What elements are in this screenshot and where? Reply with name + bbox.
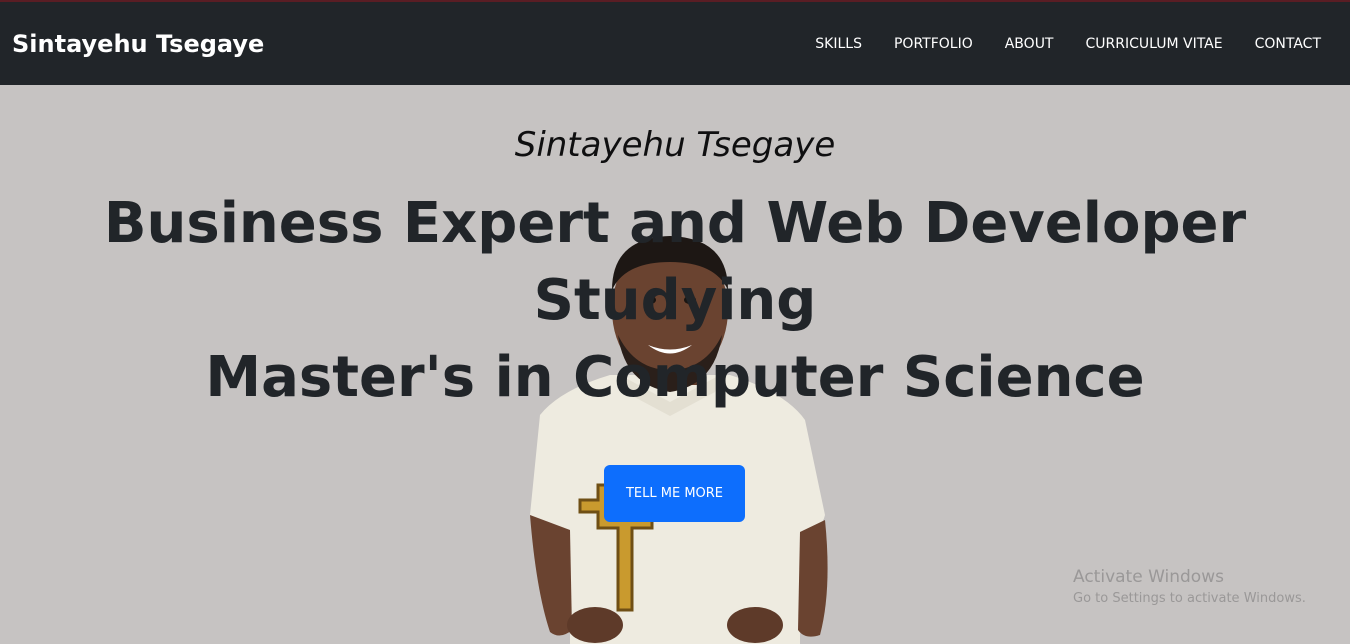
nav-item-about[interactable]: ABOUT	[1005, 36, 1054, 52]
nav-item-curriculum-vitae[interactable]: CURRICULUM VITAE	[1086, 36, 1223, 52]
nav-item-skills[interactable]: SKILLS	[815, 36, 862, 52]
hero-subheading: Sintayehu Tsegaye	[514, 125, 836, 165]
heading-line-1: Business Expert and Web Developer	[103, 191, 1247, 256]
windows-activation-watermark: Activate Windows Go to Settings to activ…	[1073, 567, 1306, 606]
tell-me-more-button[interactable]: TELL ME MORE	[604, 465, 745, 522]
heading-line-2: Studying	[533, 268, 817, 333]
nav-item-contact[interactable]: CONTACT	[1255, 36, 1321, 52]
nav-item-portfolio[interactable]: PORTFOLIO	[894, 36, 973, 52]
brand-link[interactable]: Sintayehu Tsegaye	[12, 30, 264, 58]
nav-menu: SKILLS PORTFOLIO ABOUT CURRICULUM VITAE …	[815, 36, 1321, 52]
watermark-subtitle: Go to Settings to activate Windows.	[1073, 591, 1306, 606]
hero-heading: Business Expert and Web Developer Studyi…	[0, 185, 1350, 416]
watermark-title: Activate Windows	[1073, 567, 1224, 587]
heading-line-3: Master's in Computer Science	[205, 345, 1145, 410]
hero-section: Sintayehu Tsegaye Business Expert and We…	[0, 85, 1350, 644]
navbar: Sintayehu Tsegaye SKILLS PORTFOLIO ABOUT…	[0, 2, 1350, 85]
